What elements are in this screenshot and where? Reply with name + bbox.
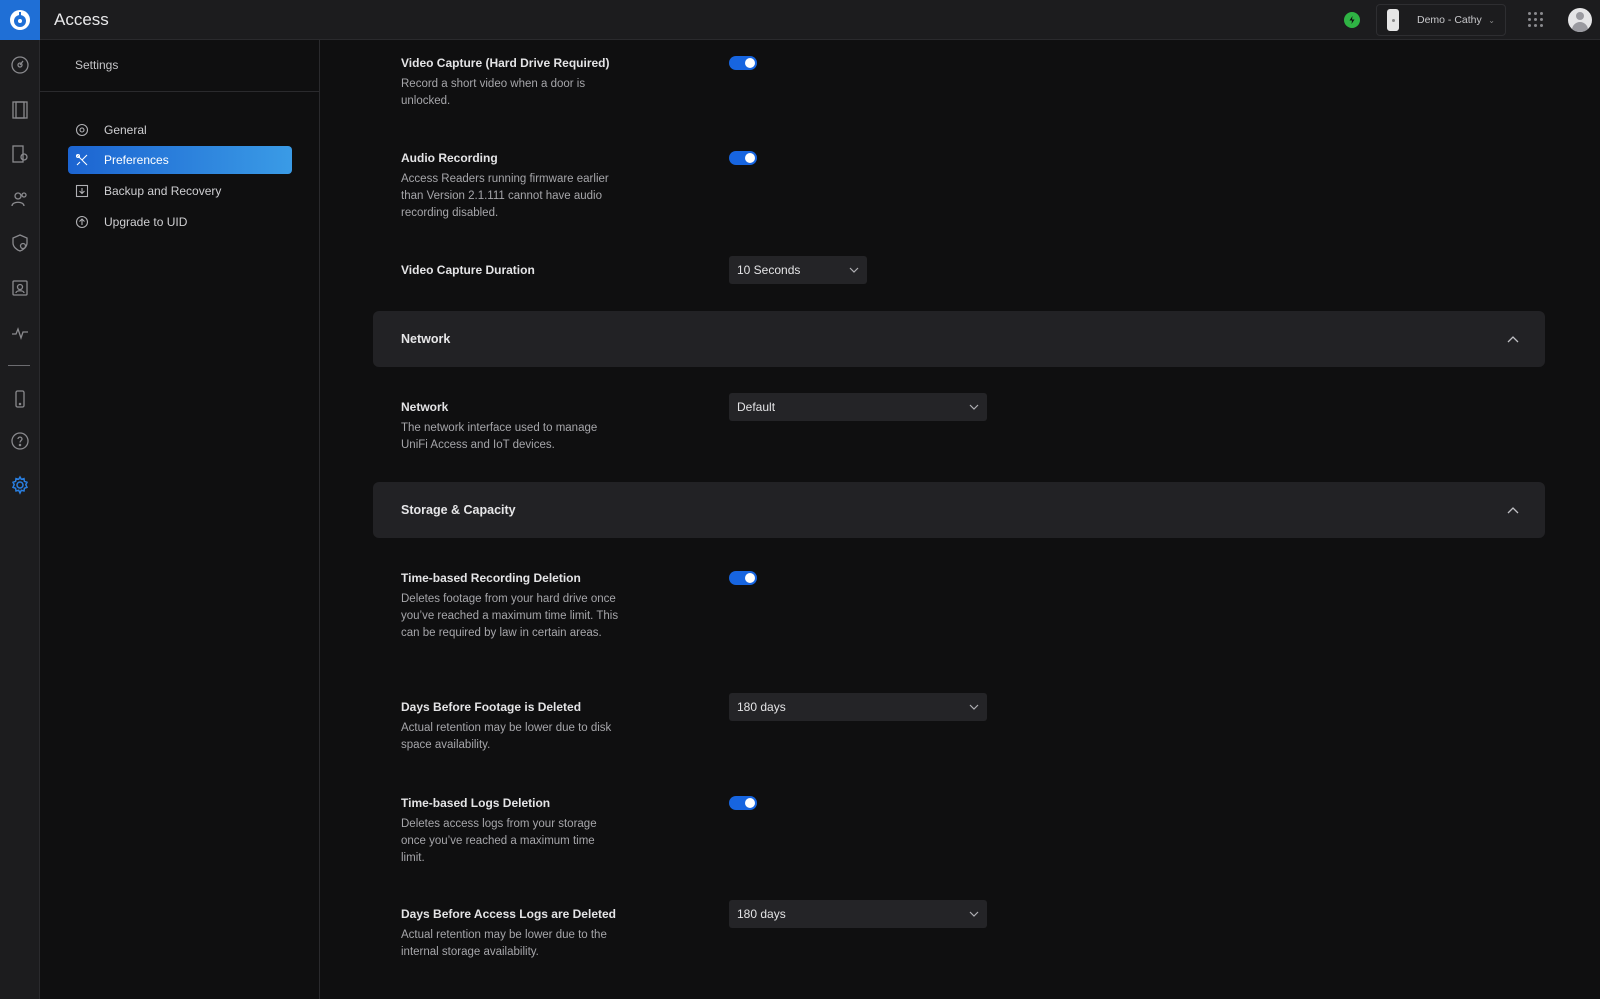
setting-logs-days: Days Before Access Logs are Deleted Actu… <box>401 900 1501 961</box>
top-bar: Access Demo - Cathy ⌄ <box>0 0 1600 40</box>
avatar[interactable] <box>1568 8 1592 32</box>
gear-outline-icon <box>74 122 90 138</box>
tools-icon <box>74 152 90 168</box>
setting-title: Video Capture Duration <box>401 263 535 277</box>
settings-divider <box>40 91 319 92</box>
chevron-down-icon <box>849 267 859 273</box>
setting-video-capture: Video Capture (Hard Drive Required) Reco… <box>401 55 1501 110</box>
device-thumbnail-icon <box>1387 9 1399 31</box>
setting-network: Network The network interface used to ma… <box>401 393 1501 454</box>
access-logo-icon <box>10 9 30 30</box>
rail-divider <box>8 365 30 366</box>
setting-footage-days: Days Before Footage is Deleted Actual re… <box>401 693 1501 754</box>
setting-description: Record a short video when a door is unlo… <box>401 78 586 107</box>
setting-title: Time-based Logs Deletion <box>401 796 551 810</box>
doors-icon[interactable] <box>8 98 32 122</box>
section-title: Storage & Capacity <box>401 503 516 517</box>
setting-title: Time-based Recording Deletion <box>401 571 581 585</box>
setting-audio-recording: Audio Recording Access Readers running f… <box>401 150 1501 222</box>
app-title: Access <box>54 9 109 29</box>
video-capture-toggle[interactable] <box>729 56 757 70</box>
arrow-up-circle-icon <box>74 214 90 230</box>
section-network[interactable]: Network <box>373 311 1545 367</box>
door-access-icon[interactable] <box>8 142 32 166</box>
setting-video-duration: Video Capture Duration 10 Seconds <box>401 256 1501 284</box>
nav-label-general: General <box>104 123 147 137</box>
nav-label-upgrade: Upgrade to UID <box>104 215 188 229</box>
nav-item-preferences[interactable]: Preferences <box>68 146 292 174</box>
preferences-content: Video Capture (Hard Drive Required) Reco… <box>321 40 1600 999</box>
chevron-down-icon: ⌄ <box>1488 15 1495 25</box>
select-value: 10 Seconds <box>737 263 801 277</box>
device-selector[interactable]: Demo - Cathy ⌄ <box>1376 4 1506 36</box>
logs-days-select[interactable]: 180 days <box>729 900 987 928</box>
activity-icon[interactable] <box>8 321 32 345</box>
setting-description: The network interface used to manage Uni… <box>401 422 598 451</box>
footage-days-select[interactable]: 180 days <box>729 693 987 721</box>
nav-item-upgrade[interactable]: Upgrade to UID <box>68 208 292 236</box>
status-indicator-icon[interactable] <box>1344 12 1360 28</box>
setting-description: Deletes footage from your hard drive onc… <box>401 593 619 639</box>
nav-label-preferences: Preferences <box>104 153 169 167</box>
setting-description: Deletes access logs from your storage on… <box>401 818 597 864</box>
download-box-icon <box>74 183 90 199</box>
chevron-up-icon[interactable] <box>1493 335 1533 343</box>
settings-heading: Settings <box>75 58 119 72</box>
chevron-up-icon[interactable] <box>1493 506 1533 514</box>
settings-gear-icon[interactable] <box>8 473 32 497</box>
dashboard-icon[interactable] <box>8 53 32 77</box>
bolt-icon <box>1349 16 1355 24</box>
chevron-down-icon <box>969 404 979 410</box>
apps-grid-icon[interactable] <box>1528 12 1544 28</box>
chevron-down-icon <box>969 704 979 710</box>
icon-rail <box>0 40 40 999</box>
setting-title: Audio Recording <box>401 151 498 165</box>
visitors-icon[interactable] <box>8 276 32 300</box>
chevron-down-icon <box>969 911 979 917</box>
help-icon[interactable] <box>8 429 32 453</box>
app-logo[interactable] <box>0 0 40 40</box>
settings-panel: Settings General Preferences Backup and … <box>40 40 320 999</box>
setting-description: Actual retention may be lower due to dis… <box>401 722 612 751</box>
network-select[interactable]: Default <box>729 393 987 421</box>
section-title: Network <box>401 332 451 346</box>
nav-item-general[interactable]: General <box>68 116 292 144</box>
nav-label-backup: Backup and Recovery <box>104 184 222 198</box>
device-label: Demo - Cathy <box>1417 14 1482 26</box>
setting-title: Video Capture (Hard Drive Required) <box>401 56 610 70</box>
audio-recording-toggle[interactable] <box>729 151 757 165</box>
video-duration-select[interactable]: 10 Seconds <box>729 256 867 284</box>
setting-logs-deletion: Time-based Logs Deletion Deletes access … <box>401 795 1501 867</box>
nav-item-backup[interactable]: Backup and Recovery <box>68 177 292 205</box>
section-storage-capacity[interactable]: Storage & Capacity <box>373 482 1545 538</box>
logs-deletion-toggle[interactable] <box>729 796 757 810</box>
users-icon[interactable] <box>8 187 32 211</box>
setting-description: Access Readers running firmware earlier … <box>401 173 609 219</box>
policies-shield-icon[interactable] <box>8 231 32 255</box>
setting-description: Actual retention may be lower due to the… <box>401 929 607 958</box>
recording-deletion-toggle[interactable] <box>729 571 757 585</box>
select-value: 180 days <box>737 700 786 714</box>
select-value: 180 days <box>737 907 786 921</box>
select-value: Default <box>737 400 776 414</box>
setting-recording-deletion: Time-based Recording Deletion Deletes fo… <box>401 570 1501 642</box>
mobile-device-icon[interactable] <box>8 387 32 411</box>
